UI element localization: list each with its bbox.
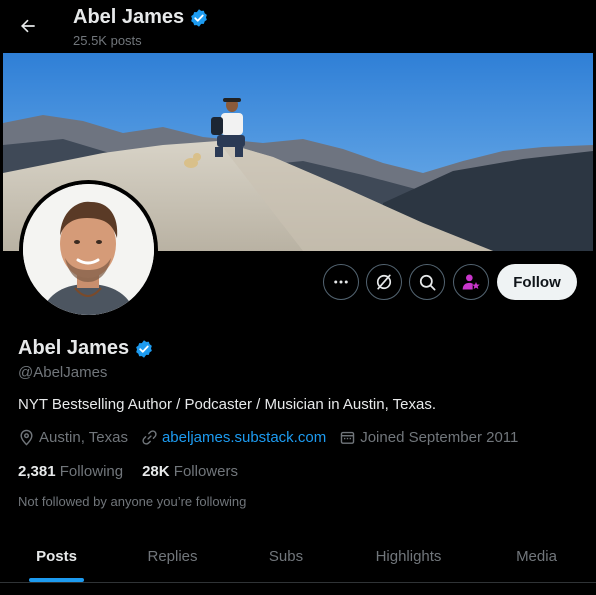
subscribe-icon (462, 274, 480, 290)
tab-label: Replies (147, 547, 198, 565)
website-item: abeljames.substack.com (141, 429, 326, 446)
following-count: 2,381 (18, 463, 56, 480)
location-text: Austin, Texas (39, 429, 128, 446)
followed-by-text: Not followed by anyone you’re following (18, 494, 247, 509)
grok-icon (376, 274, 392, 290)
search-button[interactable] (409, 264, 445, 300)
profile-tabs: Posts Replies Subs Highlights Media (0, 530, 596, 583)
location-icon (20, 429, 33, 446)
header-title-row: Abel James (73, 6, 209, 29)
header-posts-count: 25.5K posts (73, 33, 142, 48)
tab-label: Highlights (375, 547, 442, 565)
search-icon (419, 274, 435, 290)
more-icon (334, 280, 348, 284)
website-link[interactable]: abeljames.substack.com (162, 429, 326, 446)
more-button[interactable] (323, 264, 359, 300)
profile-name-row: Abel James (18, 337, 154, 360)
verified-badge-icon[interactable] (134, 339, 154, 359)
profile-name: Abel James (18, 337, 130, 359)
tab-replies[interactable]: Replies (113, 530, 232, 582)
tab-label: Posts (36, 547, 77, 565)
followers-label: Followers (173, 463, 238, 480)
top-bar: Abel James 25.5K posts (0, 0, 596, 53)
following-link[interactable]: 2,381 Following (18, 463, 123, 480)
grok-button[interactable] (366, 264, 402, 300)
following-label: Following (59, 463, 124, 480)
tab-highlights[interactable]: Highlights (340, 530, 477, 582)
tab-label: Subs (268, 547, 304, 565)
tab-subs[interactable]: Subs (232, 530, 340, 582)
active-tab-indicator (29, 578, 84, 582)
tab-posts[interactable]: Posts (0, 530, 113, 582)
link-icon (142, 430, 157, 445)
follow-button[interactable]: Follow (497, 264, 577, 300)
calendar-icon (340, 431, 355, 444)
verified-badge-icon (191, 8, 208, 27)
tab-label: Media (516, 547, 557, 565)
followers-link[interactable]: 28K Followers (142, 463, 238, 480)
profile-stats: 2,381 Following 28K Followers (18, 463, 257, 480)
profile-meta: Austin, Texas abeljames.substack.com Joi… (18, 429, 531, 446)
profile-bio: NYT Bestselling Author / Podcaster / Mus… (18, 396, 436, 413)
followers-count: 28K (142, 463, 170, 480)
profile-actions: Follow (0, 264, 596, 300)
location-item: Austin, Texas (18, 429, 128, 446)
tab-media[interactable]: Media (477, 530, 596, 582)
back-button[interactable] (14, 12, 42, 40)
header-name: Abel James (73, 6, 185, 28)
subscribe-button[interactable] (453, 264, 489, 300)
joined-item: Joined September 2011 (339, 429, 518, 446)
joined-text: Joined September 2011 (360, 429, 519, 446)
arrow-left-icon (21, 19, 35, 33)
profile-handle: @AbelJames (18, 364, 108, 381)
